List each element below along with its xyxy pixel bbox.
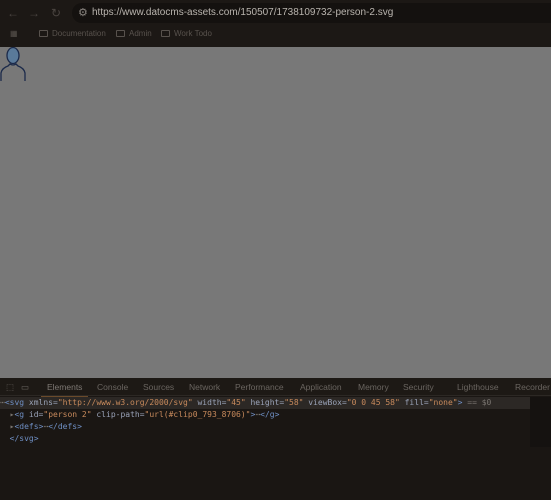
devtools-scrollbar[interactable]: [530, 397, 551, 447]
forward-button[interactable]: →: [25, 4, 43, 22]
dom-node-svg-close[interactable]: </svg>: [0, 433, 530, 445]
tab-console[interactable]: Console: [97, 382, 128, 392]
folder-icon: [161, 30, 170, 37]
dom-node-svg[interactable]: ⋯<svg xmlns="http://www.w3.org/2000/svg"…: [0, 397, 530, 409]
bookmark-documentation[interactable]: Documentation: [39, 29, 106, 38]
browser-toolbar: ← → ↻ ⚙ https://www.datocms-assets.com/1…: [0, 0, 551, 47]
url-text[interactable]: https://www.datocms-assets.com/150507/17…: [92, 7, 393, 18]
tab-lighthouse[interactable]: Lighthouse: [457, 382, 499, 392]
tab-elements[interactable]: Elements: [40, 382, 89, 397]
tab-security[interactable]: Security: [403, 382, 434, 392]
reload-button[interactable]: ↻: [47, 4, 65, 22]
person-icon: [0, 47, 26, 81]
bookmark-work-todo[interactable]: Work Todo: [161, 29, 212, 38]
tab-recorder[interactable]: Recorder: [515, 382, 550, 392]
site-settings-icon[interactable]: ⚙: [78, 6, 88, 19]
dom-node-defs[interactable]: ▸<defs>⋯</defs>: [0, 421, 530, 433]
tab-performance[interactable]: Performance: [235, 382, 284, 392]
tab-memory[interactable]: Memory: [358, 382, 389, 392]
tab-application[interactable]: Application: [300, 382, 342, 392]
bookmark-admin[interactable]: Admin: [116, 29, 152, 38]
devtools-panel: ⬚ ▭ Elements Console Sources Network Per…: [0, 378, 551, 500]
folder-icon: [116, 30, 125, 37]
dom-tree: ⋯<svg xmlns="http://www.w3.org/2000/svg"…: [0, 397, 530, 445]
address-bar[interactable]: ⚙ https://www.datocms-assets.com/150507/…: [72, 3, 551, 23]
page-viewport: [0, 47, 551, 378]
dom-node-g[interactable]: ▸<g id="person 2" clip-path="url(#clip0_…: [0, 409, 530, 421]
tab-network[interactable]: Network: [189, 382, 220, 392]
devtools-tabs: ⬚ ▭ Elements Console Sources Network Per…: [0, 378, 551, 397]
back-button[interactable]: ←: [4, 4, 22, 22]
inspect-element-icon[interactable]: ⬚: [6, 382, 14, 393]
device-toolbar-icon[interactable]: ▭: [21, 382, 29, 393]
tab-sources[interactable]: Sources: [143, 382, 174, 392]
folder-icon: [39, 30, 48, 37]
apps-icon[interactable]: ▦: [10, 29, 18, 38]
